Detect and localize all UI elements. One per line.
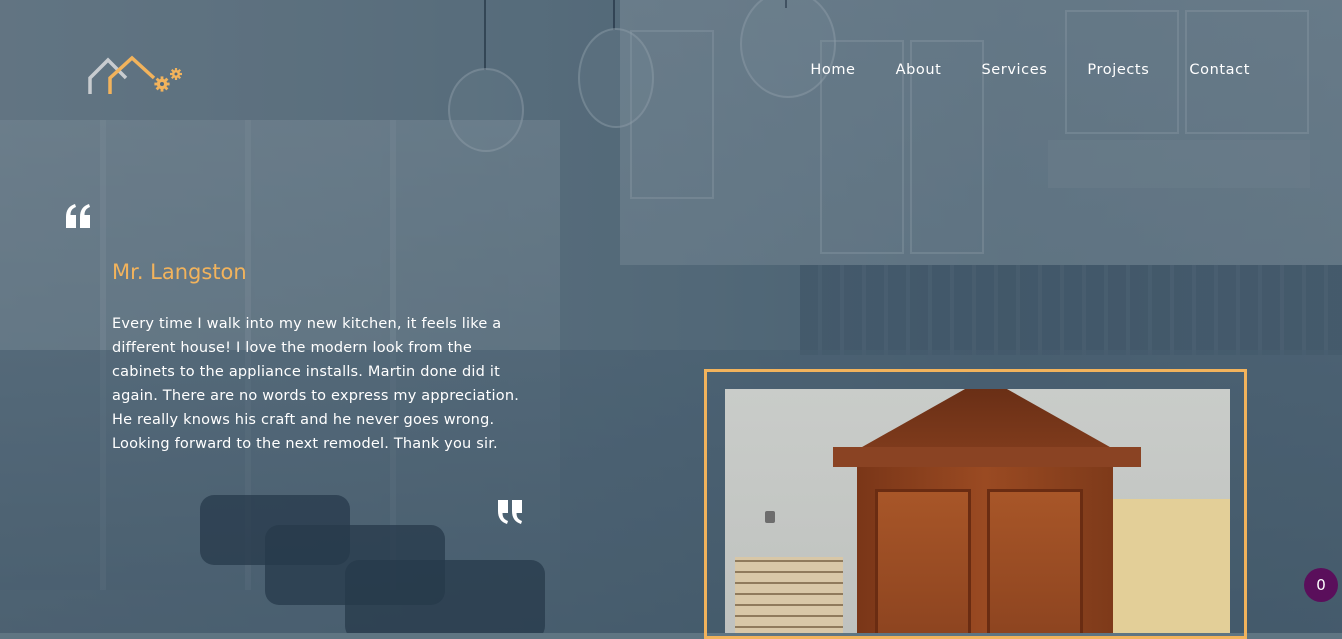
nav-services[interactable]: Services: [981, 62, 1047, 78]
main-nav: Home About Services Projects Contact: [810, 62, 1250, 78]
close-quote-icon: [496, 498, 524, 526]
testimonial-text: Every time I walk into my new kitchen, i…: [112, 316, 520, 452]
nav-contact[interactable]: Contact: [1189, 62, 1250, 78]
testimonial-author: Mr. Langston: [112, 260, 247, 284]
open-quote-icon: [64, 202, 92, 230]
house-gears-logo-icon: [88, 55, 182, 94]
nav-about[interactable]: About: [896, 62, 942, 78]
nav-projects[interactable]: Projects: [1087, 62, 1149, 78]
site-logo[interactable]: [88, 52, 188, 96]
cart-count-badge[interactable]: 0: [1304, 568, 1338, 602]
project-photo[interactable]: [725, 389, 1230, 633]
nav-home[interactable]: Home: [810, 62, 855, 78]
